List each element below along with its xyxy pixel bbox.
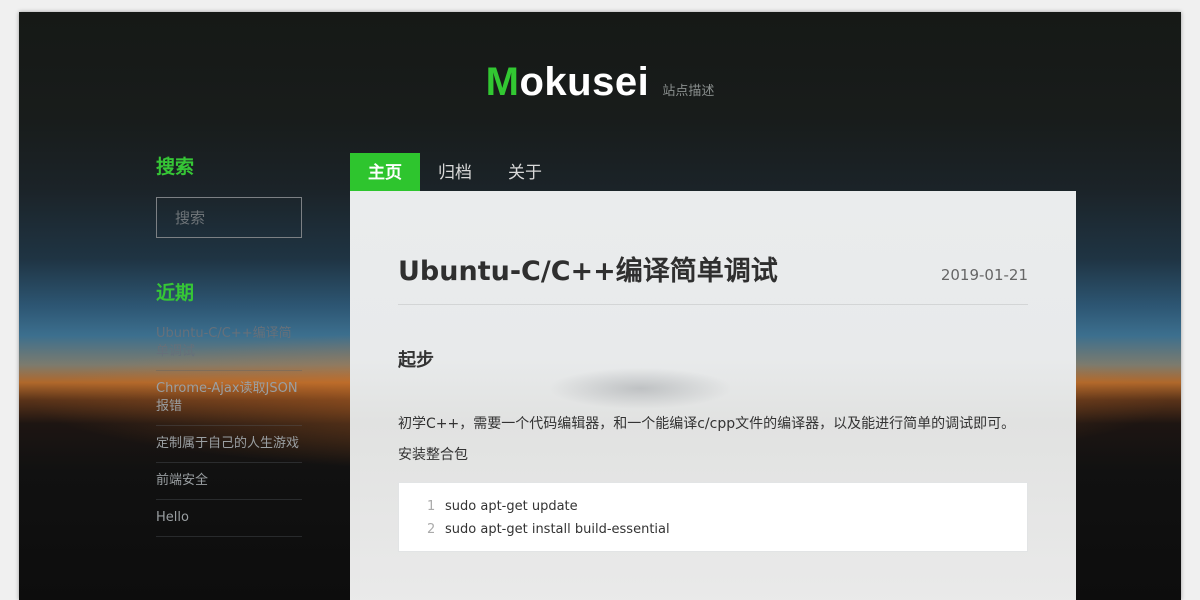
post-header: Ubuntu-C/C++编译简单调试 2019-01-21 [398, 191, 1028, 305]
recent-post-link[interactable]: 定制属于自己的人生游戏 [156, 426, 302, 463]
code-text: sudo apt-get update [445, 499, 578, 514]
section-heading: 起步 [398, 350, 434, 371]
code-block: 1 sudo apt-get update 2 sudo apt-get ins… [398, 482, 1028, 552]
sidebar: 搜索 近期 Ubuntu-C/C++编译简单调试 Chrome-Ajax读取JS… [156, 152, 302, 537]
recent-post-link[interactable]: 前端安全 [156, 463, 302, 500]
page-frame: Mokusei 站点描述 搜索 近期 Ubuntu-C/C++编译简单调试 Ch… [19, 12, 1181, 600]
post-paragraph: 安装整合包 [398, 447, 468, 463]
search-input[interactable] [156, 197, 302, 238]
post-content: Ubuntu-C/C++编译简单调试 2019-01-21 起步 初学C++，需… [350, 191, 1076, 600]
post-date: 2019-01-21 [940, 266, 1028, 284]
logo-initial: M [485, 60, 520, 104]
brand[interactable]: Mokusei 站点描述 [486, 60, 715, 105]
recent-post-link[interactable]: Chrome-Ajax读取JSON报错 [156, 371, 302, 426]
recent-posts-list: Ubuntu-C/C++编译简单调试 Chrome-Ajax读取JSON报错 定… [156, 321, 302, 537]
main-nav-tabs: 主页 归档 关于 [350, 153, 560, 191]
tab-about[interactable]: 关于 [490, 153, 560, 191]
search-heading: 搜索 [156, 156, 195, 178]
code-line: 2 sudo apt-get install build-essential [427, 518, 1027, 541]
recent-post-link[interactable]: Ubuntu-C/C++编译简单调试 [156, 321, 302, 371]
recent-post-link[interactable]: Hello [156, 500, 302, 537]
site-logo[interactable]: Mokusei [486, 60, 650, 104]
site-header: Mokusei 站点描述 [19, 60, 1181, 105]
recent-heading: 近期 [156, 282, 195, 304]
post-title[interactable]: Ubuntu-C/C++编译简单调试 [398, 249, 778, 288]
code-text: sudo apt-get install build-essential [445, 522, 670, 537]
post-paragraph: 初学C++，需要一个代码编辑器，和一个能编译c/cpp文件的编译器，以及能进行简… [398, 416, 1016, 432]
tab-home[interactable]: 主页 [350, 153, 420, 191]
code-line: 1 sudo apt-get update [427, 495, 1027, 518]
site-tagline: 站点描述 [662, 84, 715, 99]
logo-rest: okusei [519, 60, 650, 104]
tab-archive[interactable]: 归档 [420, 153, 490, 191]
line-number: 1 [427, 499, 436, 514]
line-number: 2 [427, 522, 436, 537]
